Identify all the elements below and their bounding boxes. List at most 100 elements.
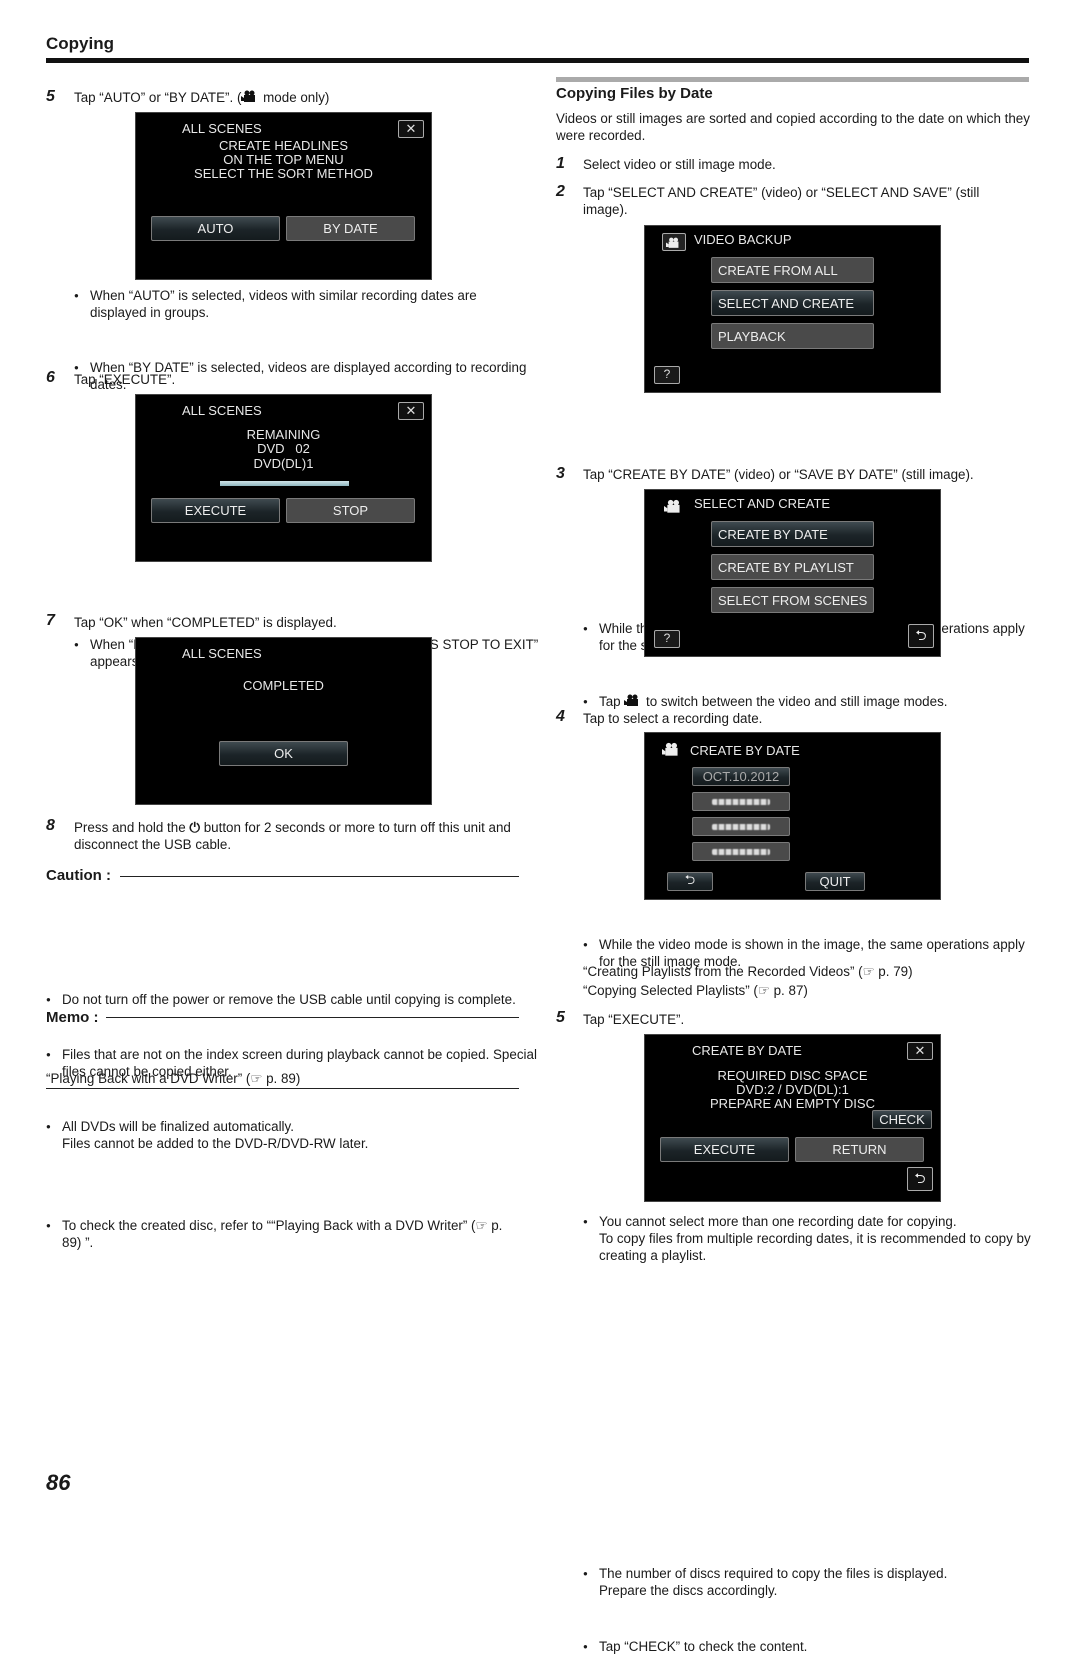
close-icon[interactable]: ✕: [398, 120, 424, 138]
camera-screen-select-and-create: SELECT AND CREATE CREATE BY DATE CREATE …: [644, 489, 941, 657]
page-header-title: Copying: [46, 34, 114, 53]
screen-message-line: CREATE HEADLINES: [218, 138, 349, 153]
memo-bottom-rule: [46, 1088, 519, 1089]
camera-screen-create-by-date: CREATE BY DATE OCT.10.2012 ⮌ QUIT: [644, 732, 941, 900]
step-number: 7: [46, 612, 55, 629]
help-icon[interactable]: ?: [654, 366, 680, 384]
step-text: Tap “OK” when “COMPLETED” is displayed.: [74, 615, 337, 630]
execute-button[interactable]: EXECUTE: [151, 498, 280, 523]
video-camera-icon: [624, 694, 639, 706]
back-button[interactable]: ⮌: [667, 872, 713, 891]
quit-button[interactable]: QUIT: [805, 872, 865, 891]
screen-title: CREATE BY DATE: [692, 1043, 802, 1058]
memo-item: To check the created disc, refer to ““Pl…: [46, 1217, 522, 1251]
step-text: Tap “EXECUTE”.: [74, 372, 176, 387]
intro-text: Videos or still images are sorted and co…: [556, 111, 1030, 143]
step-text: Tap “SELECT AND CREATE” (video) or “SELE…: [583, 185, 980, 217]
back-icon[interactable]: ⮌: [907, 1167, 933, 1191]
screen-message-line: SELECT THE SORT METHOD: [194, 166, 373, 181]
help-icon[interactable]: ?: [654, 630, 680, 648]
caution-divider: [120, 876, 519, 877]
memo-title: Memo :: [46, 1009, 99, 1026]
screen-message-line: DVD:2 / DVD(DL):1: [736, 1082, 849, 1097]
step-number: 5: [556, 1009, 565, 1026]
progress-bar-fill: [220, 481, 349, 486]
step-number: 8: [46, 817, 55, 834]
camera-screen-required-disc-space: CREATE BY DATE ✕ REQUIRED DISC SPACE DVD…: [644, 1034, 941, 1202]
screen-message-line: PREPARE AN EMPTY DISC: [710, 1096, 875, 1111]
video-camera-icon: [664, 499, 680, 513]
close-icon[interactable]: ✕: [398, 402, 424, 420]
execute-button[interactable]: EXECUTE: [660, 1137, 789, 1162]
create-by-date-button[interactable]: CREATE BY DATE: [711, 521, 874, 547]
progress-bar: [220, 481, 349, 486]
mode-switch-button[interactable]: [662, 233, 686, 251]
step-text: Press and hold the ⏻ button for 2 second…: [74, 820, 511, 852]
screen-message-line: REMAINING: [246, 427, 321, 442]
camera-screen-completed: ALL SCENES COMPLETED OK: [135, 637, 432, 805]
select-and-create-button[interactable]: SELECT AND CREATE: [711, 290, 874, 316]
create-from-all-button[interactable]: CREATE FROM ALL: [711, 257, 874, 283]
video-camera-icon: [666, 237, 679, 248]
stop-button[interactable]: STOP: [286, 498, 415, 523]
screen-title: SELECT AND CREATE: [694, 496, 831, 511]
bullet-note: The number of discs required to copy the…: [583, 1565, 1044, 1599]
select-from-scenes-button[interactable]: SELECT FROM SCENES: [711, 587, 874, 613]
status-text: COMPLETED: [243, 678, 324, 693]
blurred-date: [712, 798, 770, 805]
back-icon: ⮌: [684, 871, 696, 887]
date-button[interactable]: [692, 792, 790, 811]
by-date-button[interactable]: BY DATE: [286, 216, 415, 241]
camera-screen-video-backup: VIDEO BACKUP CREATE FROM ALL SELECT AND …: [644, 225, 941, 393]
bullet-note: Tap to switch between the video and stil…: [583, 693, 1044, 710]
camera-screen-remaining: ALL SCENES ✕ REMAINING DVD 02 DVD(DL)1 E…: [135, 394, 432, 562]
step-text: Tap “AUTO” or “BY DATE”. ( mode only): [74, 90, 330, 105]
reference-link[interactable]: “Creating Playlists from the Recorded Vi…: [583, 963, 913, 980]
screen-message-line: ON THE TOP MENU: [223, 152, 344, 167]
step-number: 2: [556, 183, 565, 200]
section-bar: [556, 77, 1029, 82]
auto-button[interactable]: AUTO: [151, 216, 280, 241]
close-icon[interactable]: ✕: [907, 1042, 933, 1060]
header-rule: [46, 58, 1029, 63]
check-button[interactable]: CHECK: [872, 1110, 932, 1129]
step-number: 5: [46, 88, 55, 105]
screen-title: VIDEO BACKUP: [694, 232, 792, 247]
caution-item: All DVDs will be finalized automatically…: [46, 1118, 532, 1152]
screen-title: ALL SCENES: [182, 646, 262, 661]
step-number: 6: [46, 369, 55, 386]
power-icon: ⏻: [189, 820, 200, 835]
step-number: 3: [556, 465, 565, 482]
ok-button[interactable]: OK: [219, 741, 348, 766]
step-text: Tap to select a recording date.: [583, 711, 763, 726]
date-button[interactable]: [692, 842, 790, 861]
create-by-playlist-button[interactable]: CREATE BY PLAYLIST: [711, 554, 874, 580]
date-button-selected[interactable]: OCT.10.2012: [692, 767, 790, 786]
camera-screen-sort-method: ALL SCENES ✕ CREATE HEADLINES ON THE TOP…: [135, 112, 432, 280]
blurred-date: [712, 848, 770, 855]
return-button[interactable]: RETURN: [795, 1137, 924, 1162]
step-text: Select video or still image mode.: [583, 157, 776, 172]
screen-message-line: DVD 02: [257, 441, 310, 456]
bullet-note: Tap “CHECK” to check the content.: [583, 1638, 1044, 1655]
step-text: Tap “CREATE BY DATE” (video) or “SAVE BY…: [583, 467, 974, 482]
video-camera-icon: [662, 742, 678, 756]
bullet-note: You cannot select more than one recordin…: [583, 1213, 1047, 1264]
reference-link[interactable]: “Copying Selected Playlists” (☞ p. 87): [583, 982, 808, 999]
screen-title: ALL SCENES: [182, 403, 262, 418]
screen-title: ALL SCENES: [182, 121, 262, 136]
section-title: Copying Files by Date: [556, 85, 713, 102]
date-button[interactable]: [692, 817, 790, 836]
video-camera-icon: [241, 90, 256, 102]
playback-button[interactable]: PLAYBACK: [711, 323, 874, 349]
step-number: 4: [556, 708, 565, 725]
memo-divider: [106, 1017, 519, 1018]
caution-title: Caution :: [46, 867, 111, 884]
screen-message-line: DVD(DL)1: [253, 456, 314, 471]
back-icon[interactable]: ⮌: [908, 624, 934, 648]
memo-link[interactable]: “Playing Back with a DVD Writer” (☞ p. 8…: [46, 1070, 300, 1087]
screen-title: CREATE BY DATE: [690, 743, 800, 758]
page-number: 86: [46, 1470, 71, 1495]
screen-message-line: REQUIRED DISC SPACE: [717, 1068, 868, 1083]
blurred-date: [712, 823, 770, 830]
